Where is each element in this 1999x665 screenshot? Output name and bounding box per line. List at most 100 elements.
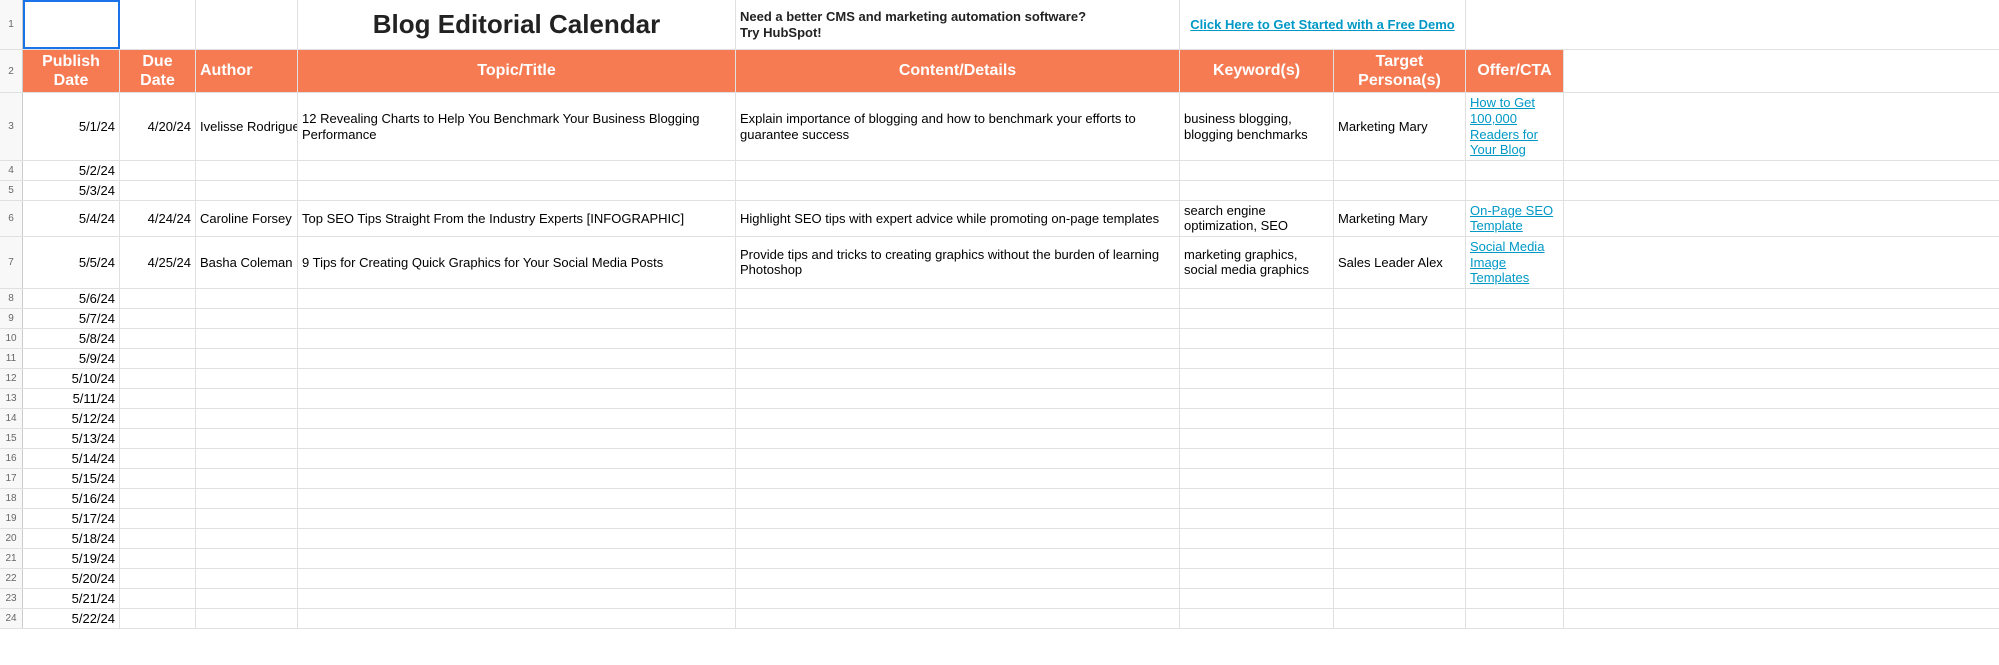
cell-due-date[interactable]: 4/24/24 (120, 201, 196, 236)
cell-offer[interactable] (1466, 589, 1564, 608)
cell-persona[interactable] (1334, 489, 1466, 508)
cell-offer[interactable] (1466, 569, 1564, 588)
cell-author[interactable] (196, 509, 298, 528)
col-content[interactable]: Content/Details (736, 50, 1180, 92)
cell-due-date[interactable] (120, 181, 196, 200)
cell-offer[interactable] (1466, 609, 1564, 628)
cell-publish-date[interactable]: 5/5/24 (23, 237, 120, 288)
cell-author[interactable] (196, 529, 298, 548)
cell-keywords[interactable] (1180, 589, 1334, 608)
row-number[interactable]: 24 (0, 609, 23, 628)
cell-content[interactable] (736, 429, 1180, 448)
cell-publish-date[interactable]: 5/20/24 (23, 569, 120, 588)
cell-topic[interactable] (298, 429, 736, 448)
cell-offer[interactable]: Social Media Image Templates (1466, 237, 1564, 288)
cell-keywords[interactable] (1180, 569, 1334, 588)
cell-author[interactable] (196, 289, 298, 308)
row-number[interactable]: 3 (0, 93, 23, 159)
col-author[interactable]: Author (196, 50, 298, 92)
cell-publish-date[interactable]: 5/6/24 (23, 289, 120, 308)
cell-keywords[interactable] (1180, 329, 1334, 348)
cell-topic[interactable] (298, 489, 736, 508)
cell-author[interactable] (196, 429, 298, 448)
cell-offer[interactable] (1466, 349, 1564, 368)
cell-offer[interactable]: On-Page SEO Template (1466, 201, 1564, 236)
cell[interactable] (1466, 0, 1999, 49)
col-keywords[interactable]: Keyword(s) (1180, 50, 1334, 92)
cell-topic[interactable] (298, 409, 736, 428)
cell-topic[interactable] (298, 181, 736, 200)
cell-persona[interactable] (1334, 161, 1466, 180)
cell-publish-date[interactable]: 5/22/24 (23, 609, 120, 628)
col-persona[interactable]: Target Persona(s) (1334, 50, 1466, 92)
cell-keywords[interactable] (1180, 181, 1334, 200)
cell-topic[interactable] (298, 449, 736, 468)
cell-content[interactable] (736, 349, 1180, 368)
cell-publish-date[interactable]: 5/13/24 (23, 429, 120, 448)
cell-persona[interactable] (1334, 569, 1466, 588)
cell-publish-date[interactable]: 5/15/24 (23, 469, 120, 488)
row-number[interactable]: 17 (0, 469, 23, 488)
offer-link[interactable]: Social Media Image Templates (1470, 239, 1559, 286)
row-number[interactable]: 23 (0, 589, 23, 608)
cell-keywords[interactable] (1180, 429, 1334, 448)
cell-persona[interactable] (1334, 389, 1466, 408)
cell-keywords[interactable] (1180, 409, 1334, 428)
row-number[interactable]: 18 (0, 489, 23, 508)
cell-publish-date[interactable]: 5/18/24 (23, 529, 120, 548)
cell-offer[interactable] (1466, 489, 1564, 508)
cell-keywords[interactable] (1180, 309, 1334, 328)
cell-author[interactable]: Caroline Forsey (196, 201, 298, 236)
cell-due-date[interactable] (120, 449, 196, 468)
cell-author[interactable] (196, 309, 298, 328)
cell-content[interactable]: Highlight SEO tips with expert advice wh… (736, 201, 1180, 236)
cell-keywords[interactable] (1180, 509, 1334, 528)
cell-keywords[interactable]: business blogging, blogging benchmarks (1180, 93, 1334, 159)
cell-keywords[interactable] (1180, 349, 1334, 368)
row-number[interactable]: 8 (0, 289, 23, 308)
cell-author[interactable]: Ivelisse Rodriguez (196, 93, 298, 159)
cell-offer[interactable]: How to Get 100,000 Readers for Your Blog (1466, 93, 1564, 159)
cell-keywords[interactable] (1180, 549, 1334, 568)
cell-persona[interactable] (1334, 289, 1466, 308)
cell-content[interactable] (736, 589, 1180, 608)
cell-persona[interactable]: Sales Leader Alex (1334, 237, 1466, 288)
cell-due-date[interactable] (120, 161, 196, 180)
cell-author[interactable] (196, 389, 298, 408)
cell-topic[interactable] (298, 589, 736, 608)
col-offer[interactable]: Offer/CTA (1466, 50, 1564, 92)
cell-offer[interactable] (1466, 509, 1564, 528)
cell-due-date[interactable]: 4/25/24 (120, 237, 196, 288)
row-number[interactable]: 7 (0, 237, 23, 288)
cell-topic[interactable] (298, 549, 736, 568)
cell-author[interactable] (196, 589, 298, 608)
row-number[interactable]: 19 (0, 509, 23, 528)
cell-due-date[interactable] (120, 549, 196, 568)
cell-keywords[interactable] (1180, 489, 1334, 508)
cell-topic[interactable] (298, 389, 736, 408)
cell-content[interactable] (736, 329, 1180, 348)
cell-due-date[interactable] (120, 609, 196, 628)
cell-persona[interactable] (1334, 329, 1466, 348)
cell-due-date[interactable] (120, 509, 196, 528)
cell-publish-date[interactable]: 5/12/24 (23, 409, 120, 428)
row-number[interactable]: 11 (0, 349, 23, 368)
cell-content[interactable] (736, 449, 1180, 468)
cell-publish-date[interactable]: 5/9/24 (23, 349, 120, 368)
cell-persona[interactable] (1334, 429, 1466, 448)
cell-due-date[interactable] (120, 429, 196, 448)
cell-persona[interactable] (1334, 409, 1466, 428)
cell-keywords[interactable] (1180, 289, 1334, 308)
cell-content[interactable] (736, 509, 1180, 528)
row-number[interactable]: 9 (0, 309, 23, 328)
cell-author[interactable] (196, 181, 298, 200)
cell-persona[interactable] (1334, 349, 1466, 368)
cell-persona[interactable] (1334, 529, 1466, 548)
cell-keywords[interactable] (1180, 529, 1334, 548)
cell-due-date[interactable] (120, 569, 196, 588)
row-number[interactable]: 10 (0, 329, 23, 348)
cell-publish-date[interactable]: 5/1/24 (23, 93, 120, 159)
cell-author[interactable] (196, 449, 298, 468)
cell-offer[interactable] (1466, 329, 1564, 348)
cell-publish-date[interactable]: 5/17/24 (23, 509, 120, 528)
